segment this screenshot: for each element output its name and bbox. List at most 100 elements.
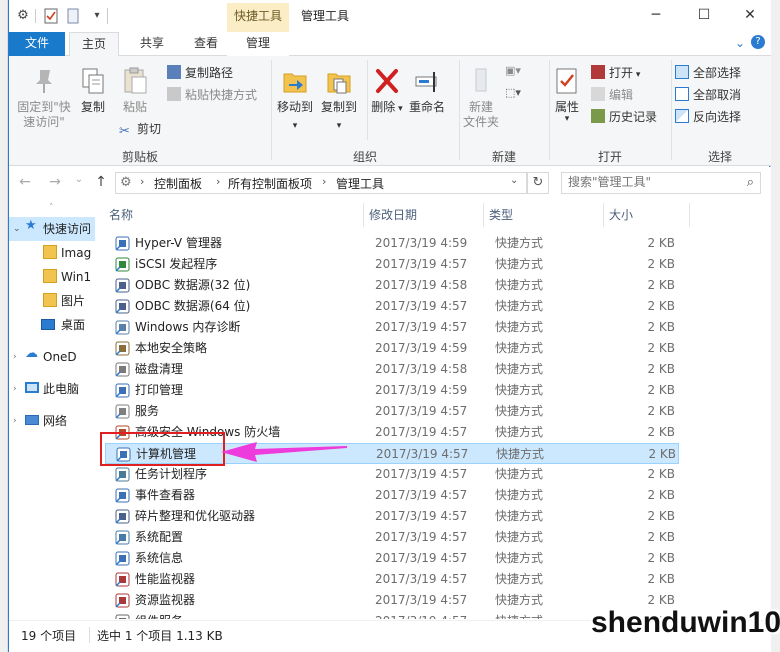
back-button[interactable]: ← (15, 174, 35, 190)
new-folder-button[interactable]: 新建 文件夹 (463, 66, 499, 130)
column-separator[interactable] (603, 203, 604, 227)
search-box[interactable]: ⌕ (561, 172, 761, 194)
file-row[interactable]: iSCSI 发起程序 2017/3/19 4:57 快捷方式 2 KB (105, 254, 679, 275)
file-row[interactable]: 打印管理 2017/3/19 4:59 快捷方式 2 KB (105, 380, 679, 401)
forward-button[interactable]: → (45, 174, 65, 190)
history-button[interactable]: 历史记录 (591, 108, 657, 128)
nav-scroll-up-icon[interactable]: ˄ (49, 203, 54, 213)
file-type: 快捷方式 (495, 236, 544, 250)
up-button[interactable]: ↑ (91, 174, 111, 190)
new-folder-qat-icon[interactable] (65, 8, 81, 24)
breadcrumb-all-items[interactable]: 所有控制面板项 (228, 175, 312, 192)
nav-item-folder[interactable]: Win1 (9, 265, 95, 289)
address-dropdown-icon[interactable]: ⌄ (510, 175, 518, 186)
file-list-scrollbar[interactable] (761, 199, 771, 619)
breadcrumb-control-panel[interactable]: 控制面板 (154, 175, 202, 192)
delete-button[interactable]: 删除 ▾ (371, 66, 403, 117)
file-name: Windows 内存诊断 (135, 320, 241, 334)
system-menu-icon[interactable]: ⚙ (15, 8, 31, 24)
column-header-date[interactable]: 修改日期 (369, 205, 417, 227)
move-to-button[interactable]: 移动到 ▾ (275, 66, 315, 134)
file-row[interactable]: Windows 内存诊断 2017/3/19 4:57 快捷方式 2 KB (105, 317, 679, 338)
copy-path-button[interactable]: 复制路径 (167, 64, 233, 84)
file-row[interactable]: 系统信息 2017/3/19 4:57 快捷方式 2 KB (105, 548, 679, 569)
paste-button[interactable]: 粘贴 (117, 66, 153, 115)
file-row[interactable]: 碎片整理和优化驱动器 2017/3/19 4:57 快捷方式 2 KB (105, 506, 679, 527)
file-row[interactable]: 性能监视器 2017/3/19 4:57 快捷方式 2 KB (105, 569, 679, 590)
cut-label: 剪切 (137, 122, 162, 136)
file-row[interactable]: 系统配置 2017/3/19 4:57 快捷方式 2 KB (105, 527, 679, 548)
pin-to-quick-access-button[interactable]: 固定到"快速访问" (13, 66, 75, 130)
maximize-button[interactable]: ☐ (681, 0, 727, 30)
select-all-button[interactable]: 全部选择 (675, 64, 741, 84)
ribbon-expand-icon[interactable]: ⌄ (735, 36, 745, 50)
expand-chevron-icon[interactable]: ⌄ (13, 218, 21, 240)
nav-item-network[interactable]: › 网络 (9, 409, 95, 433)
file-size: 2 KB (647, 320, 675, 334)
select-none-button[interactable]: 全部取消 (675, 86, 741, 106)
file-row[interactable]: 本地安全策略 2017/3/19 4:59 快捷方式 2 KB (105, 338, 679, 359)
file-row[interactable]: 任务计划程序 2017/3/19 4:57 快捷方式 2 KB (105, 464, 679, 485)
column-header-type[interactable]: 类型 (489, 205, 513, 227)
paste-shortcut-button[interactable]: 粘贴快捷方式 (167, 86, 257, 106)
address-bar[interactable]: ⚙ › 控制面板 › 所有控制面板项 › 管理工具 ⌄ (115, 172, 527, 194)
expand-chevron-icon[interactable]: › (13, 410, 17, 432)
file-name: ODBC 数据源(64 位) (135, 299, 251, 313)
tab-file[interactable]: 文件 (9, 32, 65, 56)
recent-locations-icon[interactable]: ⌄ (69, 174, 89, 185)
properties-button[interactable]: 属性 ▾ (551, 66, 583, 124)
file-type: 快捷方式 (495, 593, 544, 607)
search-input[interactable] (568, 175, 728, 189)
column-separator[interactable] (363, 203, 364, 227)
nav-item-quick-access[interactable]: ⌄ ★ 快速访问 (9, 217, 95, 241)
shortcut-file-icon (115, 299, 130, 314)
file-row[interactable]: 磁盘清理 2017/3/19 4:58 快捷方式 2 KB (105, 359, 679, 380)
new-item-icon[interactable]: ▣▾ (505, 64, 521, 77)
expand-chevron-icon[interactable]: › (13, 346, 17, 368)
column-header-size[interactable]: 大小 (609, 205, 633, 227)
file-row[interactable]: 服务 2017/3/19 4:57 快捷方式 2 KB (105, 401, 679, 422)
file-row[interactable]: 事件查看器 2017/3/19 4:57 快捷方式 2 KB (105, 485, 679, 506)
minimize-button[interactable]: ─ (633, 0, 679, 30)
cut-button[interactable]: ✂ 剪切 (119, 120, 161, 140)
nav-item-desktop[interactable]: 桌面 (9, 313, 95, 337)
properties-qat-icon[interactable] (43, 8, 59, 24)
nav-item-folder[interactable]: Imag (9, 241, 95, 265)
file-row[interactable]: ODBC 数据源(32 位) 2017/3/19 4:58 快捷方式 2 KB (105, 275, 679, 296)
qat-dropdown-icon[interactable]: ▾ (89, 8, 105, 24)
nav-item-pictures[interactable]: 图片 (9, 289, 95, 313)
column-separator[interactable] (689, 203, 690, 227)
expand-chevron-icon[interactable]: › (13, 378, 17, 400)
nav-item-this-pc[interactable]: › 此电脑 (9, 377, 95, 401)
qat-separator (35, 9, 36, 23)
tab-view[interactable]: 查看 (179, 32, 233, 56)
copy-button[interactable]: 复制 (77, 66, 109, 115)
edit-button[interactable]: 编辑 (591, 86, 633, 106)
file-row[interactable]: Hyper-V 管理器 2017/3/19 4:59 快捷方式 2 KB (105, 233, 679, 254)
file-size: 2 KB (647, 551, 675, 565)
easy-access-icon[interactable]: ⬚▾ (505, 86, 521, 99)
file-date: 2017/3/19 4:57 (375, 593, 468, 607)
tab-home[interactable]: 主页 (69, 32, 119, 57)
shortcut-file-icon (115, 614, 130, 619)
file-row[interactable]: ODBC 数据源(64 位) 2017/3/19 4:57 快捷方式 2 KB (105, 296, 679, 317)
column-separator[interactable] (483, 203, 484, 227)
close-button[interactable]: ✕ (727, 0, 773, 30)
refresh-button[interactable]: ↻ (527, 172, 549, 194)
column-header-name[interactable]: 名称 (109, 205, 133, 227)
breadcrumb-admin-tools[interactable]: 管理工具 (336, 175, 384, 192)
pointer-arrow-annotation (221, 442, 347, 462)
tab-manage[interactable]: 管理 (227, 32, 289, 56)
tab-share[interactable]: 共享 (125, 32, 179, 56)
copy-to-button[interactable]: 复制到 ▾ (319, 66, 359, 134)
rename-button[interactable]: 重命名 (407, 66, 447, 115)
file-size: 2 KB (647, 278, 675, 292)
select-all-icon (675, 65, 689, 79)
invert-selection-button[interactable]: 反向选择 (675, 108, 741, 128)
file-size: 2 KB (647, 467, 675, 481)
nav-item-onedrive[interactable]: › ☁ OneD (9, 345, 95, 369)
search-icon[interactable]: ⌕ (747, 175, 754, 190)
help-icon[interactable]: ? (751, 35, 765, 49)
nav-pane-scrollbar[interactable] (95, 199, 103, 619)
open-button[interactable]: 打开 ▾ (591, 64, 640, 84)
